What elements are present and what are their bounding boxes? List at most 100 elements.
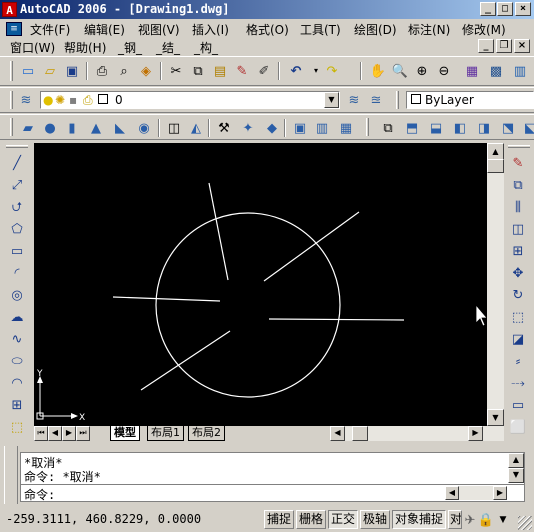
doc-close-button[interactable]: × — [514, 39, 530, 53]
menu-draw[interactable]: 绘图(D) — [354, 21, 397, 38]
scroll-up-icon[interactable]: ▲ — [487, 143, 504, 160]
close-button[interactable]: × — [515, 2, 531, 16]
arc-icon[interactable]: ◜ — [7, 263, 27, 283]
scroll-left-icon[interactable]: ◀ — [330, 426, 345, 441]
revolve-icon[interactable]: ◭ — [186, 118, 206, 138]
new-icon[interactable]: ▭ — [18, 61, 38, 81]
erase-icon[interactable]: ✎ — [508, 153, 528, 173]
menu-edit[interactable]: 编辑(E) — [84, 21, 125, 38]
menu-insert[interactable]: 插入(I) — [192, 21, 229, 38]
command-prompt[interactable]: 命令: — [24, 486, 55, 503]
offset-icon[interactable]: ◫ — [508, 219, 528, 239]
box-icon[interactable]: ▰ — [18, 118, 38, 138]
toolbar-grip[interactable] — [508, 145, 530, 148]
rectangle-icon[interactable]: ▭ — [7, 241, 27, 261]
drawing-canvas[interactable]: Y X — [34, 143, 487, 426]
section-icon[interactable]: ✦ — [238, 118, 258, 138]
properties-icon[interactable]: ▦ — [462, 61, 482, 81]
next-tab-icon[interactable]: ▶ — [62, 426, 76, 441]
copy-object-icon[interactable]: ⧉ — [508, 175, 528, 195]
polygon-icon[interactable]: ⬠ — [7, 219, 27, 239]
construction-line-icon[interactable]: ⤢ — [7, 175, 27, 195]
color-combobox[interactable]: ByLayer — [406, 91, 534, 109]
ellipse-icon[interactable]: ⬭ — [7, 351, 27, 371]
menu-format[interactable]: 格式(O) — [246, 21, 289, 38]
autocad-app-icon[interactable]: A — [2, 2, 17, 17]
array-icon[interactable]: ⊞ — [508, 241, 528, 261]
status-menu-chevron-icon[interactable]: ▼ — [496, 510, 510, 530]
circle-icon[interactable]: ◎ — [7, 285, 27, 305]
setup-view-icon[interactable]: ▥ — [312, 118, 332, 138]
last-tab-icon[interactable]: ⏭ — [76, 426, 90, 441]
copy-icon[interactable]: ⧉ — [188, 61, 208, 81]
right-view-icon[interactable]: ◨ — [474, 118, 494, 138]
publish-icon[interactable]: ◈ — [136, 61, 156, 81]
plot-icon[interactable]: ⎙ — [92, 61, 112, 81]
scroll-down-icon[interactable]: ▼ — [487, 409, 504, 426]
toolbar-lock-icon[interactable]: 🔒 — [478, 510, 494, 530]
communication-center-icon[interactable]: ✈ — [462, 510, 478, 530]
tab-model[interactable]: 模型 — [110, 426, 140, 441]
command-window[interactable]: *取消* 命令: *取消* 命令: ▲ ▼ ◀ ▶ — [20, 452, 525, 502]
setup-drawing-icon[interactable]: ▣ — [290, 118, 310, 138]
interfere-icon[interactable]: ◆ — [262, 118, 282, 138]
tab-layout2[interactable]: 布局2 — [188, 426, 225, 441]
setup-profile-icon[interactable]: ▦ — [336, 118, 356, 138]
toolbar-grip[interactable] — [366, 118, 369, 136]
layer-manager-icon[interactable]: ≋ — [16, 90, 36, 110]
paste-icon[interactable]: ▤ — [210, 61, 230, 81]
menu-structure[interactable]: _结_ — [156, 39, 180, 56]
polar-button[interactable]: 极轴 — [360, 510, 391, 529]
extrude-icon[interactable]: ◫ — [164, 118, 184, 138]
doc-minimize-button[interactable]: _ — [478, 39, 494, 53]
first-tab-icon[interactable]: ⏮ — [34, 426, 48, 441]
polyline-icon[interactable]: ⮍ — [7, 197, 27, 217]
horizontal-scrollbar[interactable]: ◀ ▶ — [330, 426, 504, 441]
vertical-scrollbar[interactable]: ▲ ▼ — [487, 143, 504, 426]
back-view-icon[interactable]: ⬕ — [520, 118, 534, 138]
ellipse-arc-icon[interactable]: ◠ — [7, 373, 27, 393]
make-block-icon[interactable]: ⬚ — [7, 417, 27, 437]
top-view-icon[interactable]: ⬒ — [402, 118, 422, 138]
cmd-scroll-right-icon[interactable]: ▶ — [493, 486, 507, 500]
move-icon[interactable]: ✥ — [508, 263, 528, 283]
zoom-realtime-icon[interactable]: 🔍 — [390, 61, 410, 81]
bottom-view-icon[interactable]: ⬓ — [426, 118, 446, 138]
stretch-icon[interactable]: ◪ — [508, 329, 528, 349]
torus-icon[interactable]: ◉ — [134, 118, 154, 138]
menu-tools[interactable]: 工具(T) — [300, 21, 341, 38]
tool-palettes-icon[interactable]: ▥ — [510, 61, 530, 81]
cone-icon[interactable]: ▲ — [86, 118, 106, 138]
chevron-down-icon[interactable]: ▼ — [324, 92, 339, 108]
scroll-thumb[interactable] — [487, 159, 504, 173]
hscroll-thumb[interactable] — [352, 426, 368, 441]
toolbar-grip[interactable] — [396, 91, 399, 109]
menu-help[interactable]: 帮助(H) — [64, 39, 106, 56]
toolbar-grip[interactable] — [10, 61, 13, 81]
cmd-scroll-left-icon[interactable]: ◀ — [445, 486, 459, 500]
insert-block-icon[interactable]: ⊞ — [7, 395, 27, 415]
grid-button[interactable]: 栅格 — [296, 510, 327, 529]
zoom-previous-icon[interactable]: ⊖ — [434, 61, 454, 81]
open-icon[interactable]: ▱ — [40, 61, 60, 81]
plot-preview-icon[interactable]: ⌕ — [114, 61, 134, 81]
prev-tab-icon[interactable]: ◀ — [48, 426, 62, 441]
layer-combobox[interactable]: ● ✺ ▪ ⎙ 0 ▼ — [40, 91, 340, 109]
break-icon[interactable]: ▭ — [508, 395, 528, 415]
menu-file[interactable]: 文件(F) — [30, 21, 70, 38]
doc-restore-button[interactable]: ❐ — [496, 39, 512, 53]
rotate-icon[interactable]: ↻ — [508, 285, 528, 305]
front-view-icon[interactable]: ⬔ — [498, 118, 518, 138]
toolbar-grip[interactable] — [6, 145, 28, 148]
layer-previous-icon[interactable]: ≊ — [366, 90, 386, 110]
otrack-button[interactable]: 对 — [448, 510, 462, 529]
redo-icon[interactable]: ↷ — [322, 61, 342, 81]
toolbar-grip[interactable] — [10, 118, 13, 136]
cmd-scroll-down-icon[interactable]: ▼ — [508, 468, 524, 483]
cmd-hscroll[interactable]: ◀ ▶ — [445, 486, 507, 500]
menu-modify[interactable]: 修改(M) — [462, 21, 506, 38]
menu-steel[interactable]: _钢_ — [118, 39, 142, 56]
block-editor-icon[interactable]: ✐ — [254, 61, 274, 81]
line-icon[interactable]: ╱ — [7, 153, 27, 173]
maximize-button[interactable]: □ — [497, 2, 513, 16]
